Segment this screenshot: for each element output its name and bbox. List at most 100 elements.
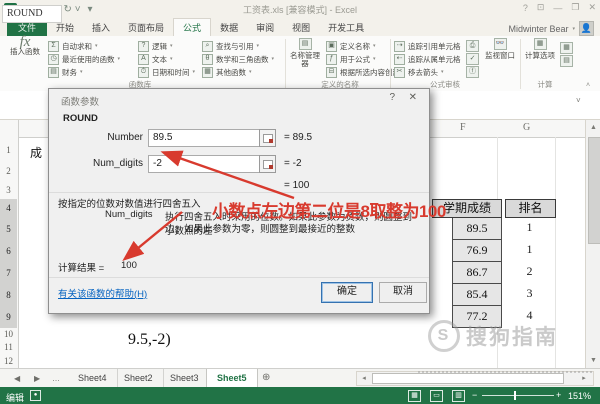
trace-dependents-button[interactable]: ⇠追踪从属单元格 <box>394 53 464 65</box>
cell-a1[interactable]: 成 <box>30 144 42 161</box>
financial-button[interactable]: ▤财务▾ <box>48 66 134 78</box>
scroll-up-icon[interactable]: ▲ <box>586 120 600 135</box>
collapse-dialog-icon <box>263 134 273 143</box>
row-header[interactable]: 7 <box>0 262 17 284</box>
tab-developer[interactable]: 开发工具 <box>319 19 373 36</box>
calculate-now-icon[interactable]: ▦ <box>560 42 573 54</box>
create-from-selection-button[interactable]: ⊟根据所选内容创建 <box>326 66 382 78</box>
tab-sheet5[interactable]: Sheet5 <box>206 369 258 388</box>
trace-precedents-button[interactable]: ⇢追踪引用单元格 <box>394 40 464 52</box>
tab-review[interactable]: 审阅 <box>247 19 283 36</box>
error-checking-icon[interactable]: ✓ <box>466 53 479 65</box>
score-cell[interactable]: 85.4 <box>452 284 502 306</box>
formula-bar-chevron-icon[interactable]: ˅ <box>576 96 581 105</box>
zoom-slider-handle[interactable] <box>514 391 516 400</box>
row-header[interactable]: 10 <box>0 328 17 341</box>
minimize-button[interactable]: — <box>553 3 562 13</box>
tab-data[interactable]: 数据 <box>211 19 247 36</box>
name-manager-button[interactable]: ▤ 名称管理器 <box>288 38 322 68</box>
rank-cell[interactable]: 1 <box>505 220 554 235</box>
recent-functions-button[interactable]: ◷最近使用的函数▾ <box>48 53 134 65</box>
tab-formulas[interactable]: 公式 <box>173 18 211 36</box>
zoom-in-button[interactable]: + <box>556 390 561 400</box>
evaluate-formula-icon[interactable]: ⓕ <box>466 66 479 78</box>
calculation-options-button[interactable]: ▦ 计算选项 <box>524 38 556 60</box>
restore-button[interactable]: ❐ <box>571 2 579 13</box>
close-button[interactable]: ✕ <box>588 2 596 13</box>
rank-header-cell[interactable]: 排名 <box>505 199 556 218</box>
text-button[interactable]: A文本▾ <box>138 53 198 65</box>
autosum-button[interactable]: Σ自动求和▾ <box>48 40 134 52</box>
sheet-nav-right-icon[interactable]: ▶ <box>34 374 40 383</box>
sheet-nav-left-icon[interactable]: ◀ <box>14 374 20 383</box>
window-controls: ? ⊡ — ❐ ✕ <box>523 2 596 13</box>
score-cell[interactable]: 76.9 <box>452 240 502 262</box>
dialog-help-button[interactable]: ? <box>389 92 395 103</box>
score-cell[interactable]: 86.7 <box>452 262 502 284</box>
add-sheet-button[interactable]: ⊕ <box>262 372 270 383</box>
define-name-button[interactable]: ▣定义名称▾ <box>326 40 382 52</box>
row-header[interactable]: 9 <box>0 306 17 328</box>
row-header[interactable]: 3 <box>0 182 17 199</box>
vertical-scrollbar[interactable]: ▲ ▼ <box>585 120 600 368</box>
view-page-layout-icon[interactable]: ▭ <box>430 390 443 402</box>
tab-page-layout[interactable]: 页面布局 <box>119 19 173 36</box>
watermark-dots <box>418 371 592 378</box>
math-trig-button[interactable]: θ数学和三角函数▾ <box>202 53 282 65</box>
row-header[interactable]: 5 <box>0 218 17 240</box>
scroll-left-icon[interactable]: ◂ <box>359 372 369 385</box>
number-input[interactable]: 89.5 <box>148 129 264 147</box>
help-button[interactable]: ? <box>523 3 528 13</box>
lookup-reference-button[interactable]: ⌕查找与引用▾ <box>202 40 282 52</box>
zoom-out-button[interactable]: − <box>472 390 477 400</box>
number-range-button[interactable] <box>259 129 276 147</box>
numdigits-input[interactable]: -2 <box>148 155 264 173</box>
zoom-level[interactable]: 151% <box>568 391 591 401</box>
use-in-formula-button[interactable]: ƒ用于公式▾ <box>326 53 382 65</box>
rank-cell[interactable]: 3 <box>505 286 554 301</box>
ribbon-collapse-icon[interactable]: ˄ <box>586 82 590 89</box>
name-box[interactable]: ROUND <box>2 5 62 23</box>
insert-function-button[interactable]: fx 插入函数 <box>6 38 44 56</box>
row-header[interactable]: 12 <box>0 354 17 368</box>
calculation-options-icon: ▦ <box>534 38 547 50</box>
sheet-more-icon[interactable]: … <box>52 374 60 383</box>
row-header[interactable]: 1 <box>0 140 17 161</box>
row-header[interactable]: 4 <box>0 199 17 218</box>
tab-sheet4[interactable]: Sheet4 <box>68 369 118 387</box>
rank-cell[interactable]: 2 <box>505 264 554 279</box>
numdigits-range-button[interactable] <box>259 155 276 173</box>
scroll-down-icon[interactable]: ▼ <box>586 353 600 368</box>
ok-button[interactable]: 确定 <box>321 282 373 303</box>
score-cell[interactable]: 89.5 <box>452 218 502 240</box>
datetime-button[interactable]: ⏱日期和时间▾ <box>138 66 198 78</box>
row-header[interactable]: 8 <box>0 284 17 306</box>
more-functions-button[interactable]: ▦其他函数▾ <box>202 66 282 78</box>
column-header-g[interactable]: G <box>523 122 530 133</box>
cell-formula-text[interactable]: 9.5,-2) <box>128 331 171 349</box>
tab-sheet3[interactable]: Sheet3 <box>160 369 210 387</box>
vertical-scroll-thumb[interactable] <box>588 137 600 244</box>
watch-window-button[interactable]: 👓 监视窗口 <box>484 38 516 60</box>
tab-view[interactable]: 视图 <box>283 19 319 36</box>
rank-cell[interactable]: 1 <box>505 242 554 257</box>
account-area[interactable]: Midwinter Bear ▾ 👤 <box>508 21 594 36</box>
ribbon-options-button[interactable]: ⊡ <box>537 2 545 13</box>
cancel-button[interactable]: 取消 <box>379 282 427 303</box>
tab-insert[interactable]: 插入 <box>83 19 119 36</box>
tab-sheet2[interactable]: Sheet2 <box>114 369 164 387</box>
macro-record-icon[interactable]: ● <box>30 390 41 401</box>
row-header[interactable]: 2 <box>0 161 17 182</box>
remove-arrows-button[interactable]: ✂移去箭头▾ <box>394 66 464 78</box>
view-normal-icon[interactable]: ▦ <box>408 390 421 402</box>
row-header[interactable]: 6 <box>0 240 17 262</box>
dialog-close-icon[interactable]: ✕ <box>409 92 417 103</box>
show-formulas-icon[interactable]: ⎙ <box>466 40 479 52</box>
column-header-f[interactable]: F <box>460 122 466 133</box>
calculate-sheet-icon[interactable]: ▤ <box>560 55 573 67</box>
row-header[interactable]: 11 <box>0 341 17 354</box>
logical-button[interactable]: ?逻辑▾ <box>138 40 198 52</box>
zoom-slider[interactable] <box>482 395 554 396</box>
view-page-break-icon[interactable]: ▥ <box>452 390 465 402</box>
help-link[interactable]: 有关该函数的帮助(H) <box>58 286 147 300</box>
